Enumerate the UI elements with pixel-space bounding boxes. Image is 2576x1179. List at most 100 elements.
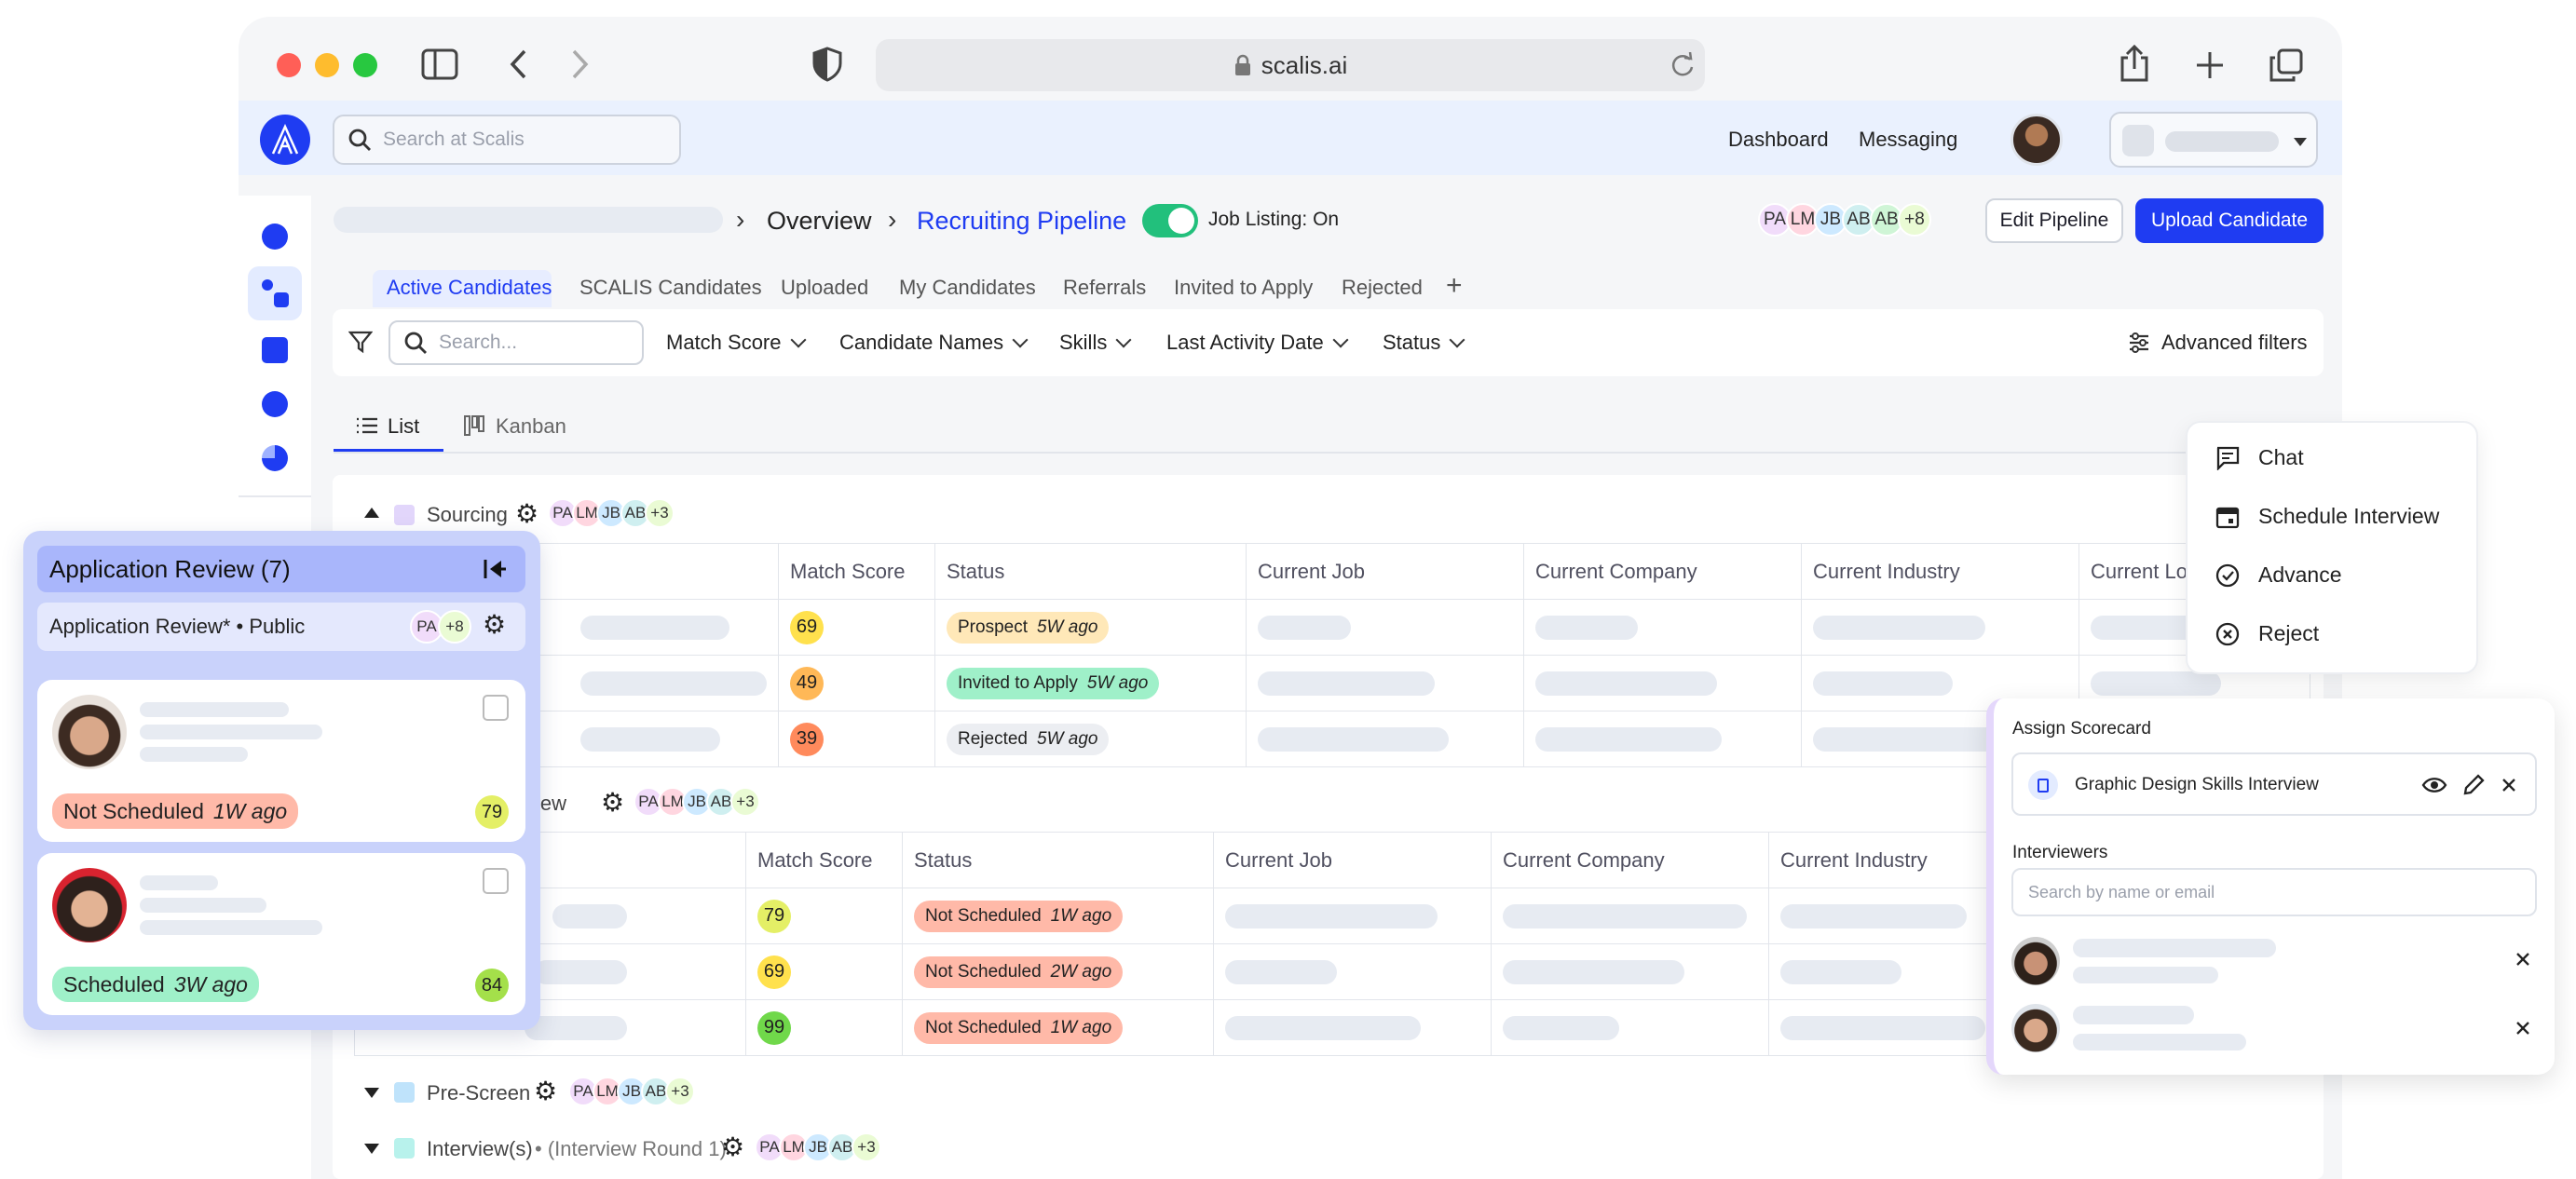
menu-item-schedule-interview[interactable]: Schedule Interview: [2215, 504, 2439, 529]
nav-dashboard[interactable]: Dashboard: [1728, 128, 1829, 152]
breadcrumb-pipeline[interactable]: Recruiting Pipeline: [917, 207, 1126, 236]
view-kanban-tab[interactable]: Kanban: [496, 414, 566, 439]
title-placeholder: [140, 898, 266, 913]
filter-match-score[interactable]: Match Score: [666, 331, 806, 355]
status-badge: Not Scheduled 1W ago: [914, 1011, 1124, 1044]
upload-candidate-button[interactable]: Upload Candidate: [2135, 198, 2324, 243]
col-status: Status: [902, 832, 1214, 888]
reports-rail-icon[interactable]: [262, 445, 288, 471]
remove-interviewer-icon[interactable]: [2515, 952, 2530, 967]
stage-color-chip: [394, 505, 415, 525]
table-row[interactable]: 69 Prospect 5W ago: [354, 599, 2310, 656]
status-badge: Scheduled 3W ago: [52, 967, 259, 1002]
select-checkbox[interactable]: [483, 868, 509, 894]
reload-icon[interactable]: [1670, 52, 1696, 78]
job-listing-toggle[interactable]: [1142, 204, 1198, 237]
gear-icon[interactable]: ⚙: [515, 498, 538, 529]
col-current-company: Current Company: [1523, 543, 1802, 600]
filter-candidate-names[interactable]: Candidate Names: [839, 331, 1029, 355]
close-window-button[interactable]: [277, 53, 301, 77]
remove-interviewer-icon[interactable]: [2515, 1021, 2530, 1036]
filter-last-activity[interactable]: Last Activity Date: [1166, 331, 1349, 355]
tabs-overview-icon[interactable]: [2269, 48, 2303, 82]
shield-icon[interactable]: [812, 47, 842, 82]
tab-uploaded[interactable]: Uploaded: [781, 276, 868, 300]
advanced-filters-button[interactable]: Advanced filters: [2128, 331, 2308, 355]
person-rail-icon[interactable]: [262, 391, 288, 417]
select-checkbox[interactable]: [483, 695, 509, 721]
collapse-column-icon[interactable]: [483, 558, 507, 580]
kanban-column-title: Application Review (7): [49, 555, 291, 583]
tab-scalis-candidates[interactable]: SCALIS Candidates: [579, 276, 762, 300]
eye-icon[interactable]: [2421, 775, 2447, 795]
stage-avatar-more: +3: [645, 498, 675, 528]
close-icon[interactable]: [2501, 778, 2516, 793]
pencil-icon[interactable]: [2462, 774, 2485, 796]
status-badge: Prospect 5W ago: [947, 611, 1110, 644]
meta-placeholder: [140, 747, 248, 762]
stage-color-chip: [394, 1138, 415, 1159]
interviewer-search-input[interactable]: Search by name or email: [2011, 868, 2537, 916]
tab-active-candidates[interactable]: Active Candidates: [387, 276, 552, 300]
col-current-company: Current Company: [1491, 832, 1769, 888]
filter-status[interactable]: Status: [1383, 331, 1465, 355]
scorecard-selection[interactable]: Graphic Design Skills Interview: [2011, 752, 2537, 816]
company-switcher[interactable]: [2109, 112, 2318, 168]
scorecard-name: Graphic Design Skills Interview: [2075, 775, 2319, 794]
candidate-card[interactable]: Scheduled 3W ago 84: [37, 853, 525, 1015]
tab-my-candidates[interactable]: My Candidates: [899, 276, 1036, 300]
candidate-search-input[interactable]: Search...: [388, 320, 644, 365]
back-icon[interactable]: [508, 48, 530, 80]
stage-color-chip: [394, 1082, 415, 1103]
new-tab-icon[interactable]: [2195, 50, 2225, 80]
expand-toggle-icon[interactable]: [364, 1144, 379, 1154]
tab-referrals[interactable]: Referrals: [1063, 276, 1146, 300]
lock-icon: [1234, 54, 1250, 75]
nav-messaging[interactable]: Messaging: [1859, 128, 1957, 152]
chevron-down-icon: [1332, 332, 1349, 348]
gear-icon[interactable]: ⚙: [601, 787, 624, 818]
tab-invited-to-apply[interactable]: Invited to Apply: [1174, 276, 1313, 300]
stage-name-sourcing: Sourcing: [427, 503, 508, 526]
filter-skills[interactable]: Skills: [1059, 331, 1132, 355]
breadcrumb-placeholder: [334, 207, 723, 233]
minimize-window-button[interactable]: [315, 53, 339, 77]
expand-toggle-icon[interactable]: [364, 1088, 379, 1098]
breadcrumb-overview[interactable]: Overview: [767, 207, 872, 236]
tab-rejected[interactable]: Rejected: [1342, 276, 1423, 300]
scalis-logo[interactable]: [260, 115, 310, 165]
add-tab-icon[interactable]: +: [1446, 270, 1463, 302]
menu-item-advance[interactable]: Advance: [2215, 562, 2342, 588]
gear-icon[interactable]: ⚙: [534, 1076, 557, 1106]
chevron-down-icon: [1115, 332, 1132, 348]
calendar-icon: [2215, 507, 2240, 528]
global-search-input[interactable]: Search at Scalis: [333, 115, 681, 165]
match-score-badge: 49: [790, 666, 824, 700]
col-status: Status: [934, 543, 1247, 600]
gear-icon[interactable]: ⚙: [483, 609, 506, 640]
view-list-tab[interactable]: List: [388, 414, 419, 439]
kanban-subtitle: Application Review* • Public: [49, 615, 306, 638]
forward-icon[interactable]: [568, 48, 591, 80]
team-avatar-more: +8: [1898, 203, 1931, 237]
filter-icon[interactable]: [348, 330, 373, 354]
stage-avatars: PA LM JB AB +3: [755, 1132, 881, 1162]
share-icon[interactable]: [2119, 45, 2150, 82]
edit-pipeline-button[interactable]: Edit Pipeline: [1985, 198, 2123, 243]
candidate-card[interactable]: Not Scheduled 1W ago 79: [37, 680, 525, 842]
collapse-toggle-icon[interactable]: [364, 508, 379, 518]
menu-item-chat[interactable]: Chat: [2215, 445, 2304, 470]
maximize-window-button[interactable]: [353, 53, 377, 77]
dashboard-rail-icon[interactable]: [262, 224, 288, 250]
menu-item-reject[interactable]: Reject: [2215, 621, 2319, 646]
calendar-rail-icon[interactable]: [262, 337, 288, 363]
pipeline-rail-icon[interactable]: [248, 266, 302, 320]
gear-icon[interactable]: ⚙: [721, 1132, 744, 1162]
kanban-icon: [464, 415, 484, 436]
address-bar[interactable]: scalis.ai: [876, 39, 1705, 91]
col-current-industry: Current Industry: [1801, 543, 2079, 600]
interviewers-label: Interviewers: [2012, 843, 2108, 862]
sidebar-toggle-icon[interactable]: [421, 48, 458, 80]
user-avatar[interactable]: [2010, 114, 2063, 166]
match-score-badge: 99: [757, 1010, 791, 1045]
